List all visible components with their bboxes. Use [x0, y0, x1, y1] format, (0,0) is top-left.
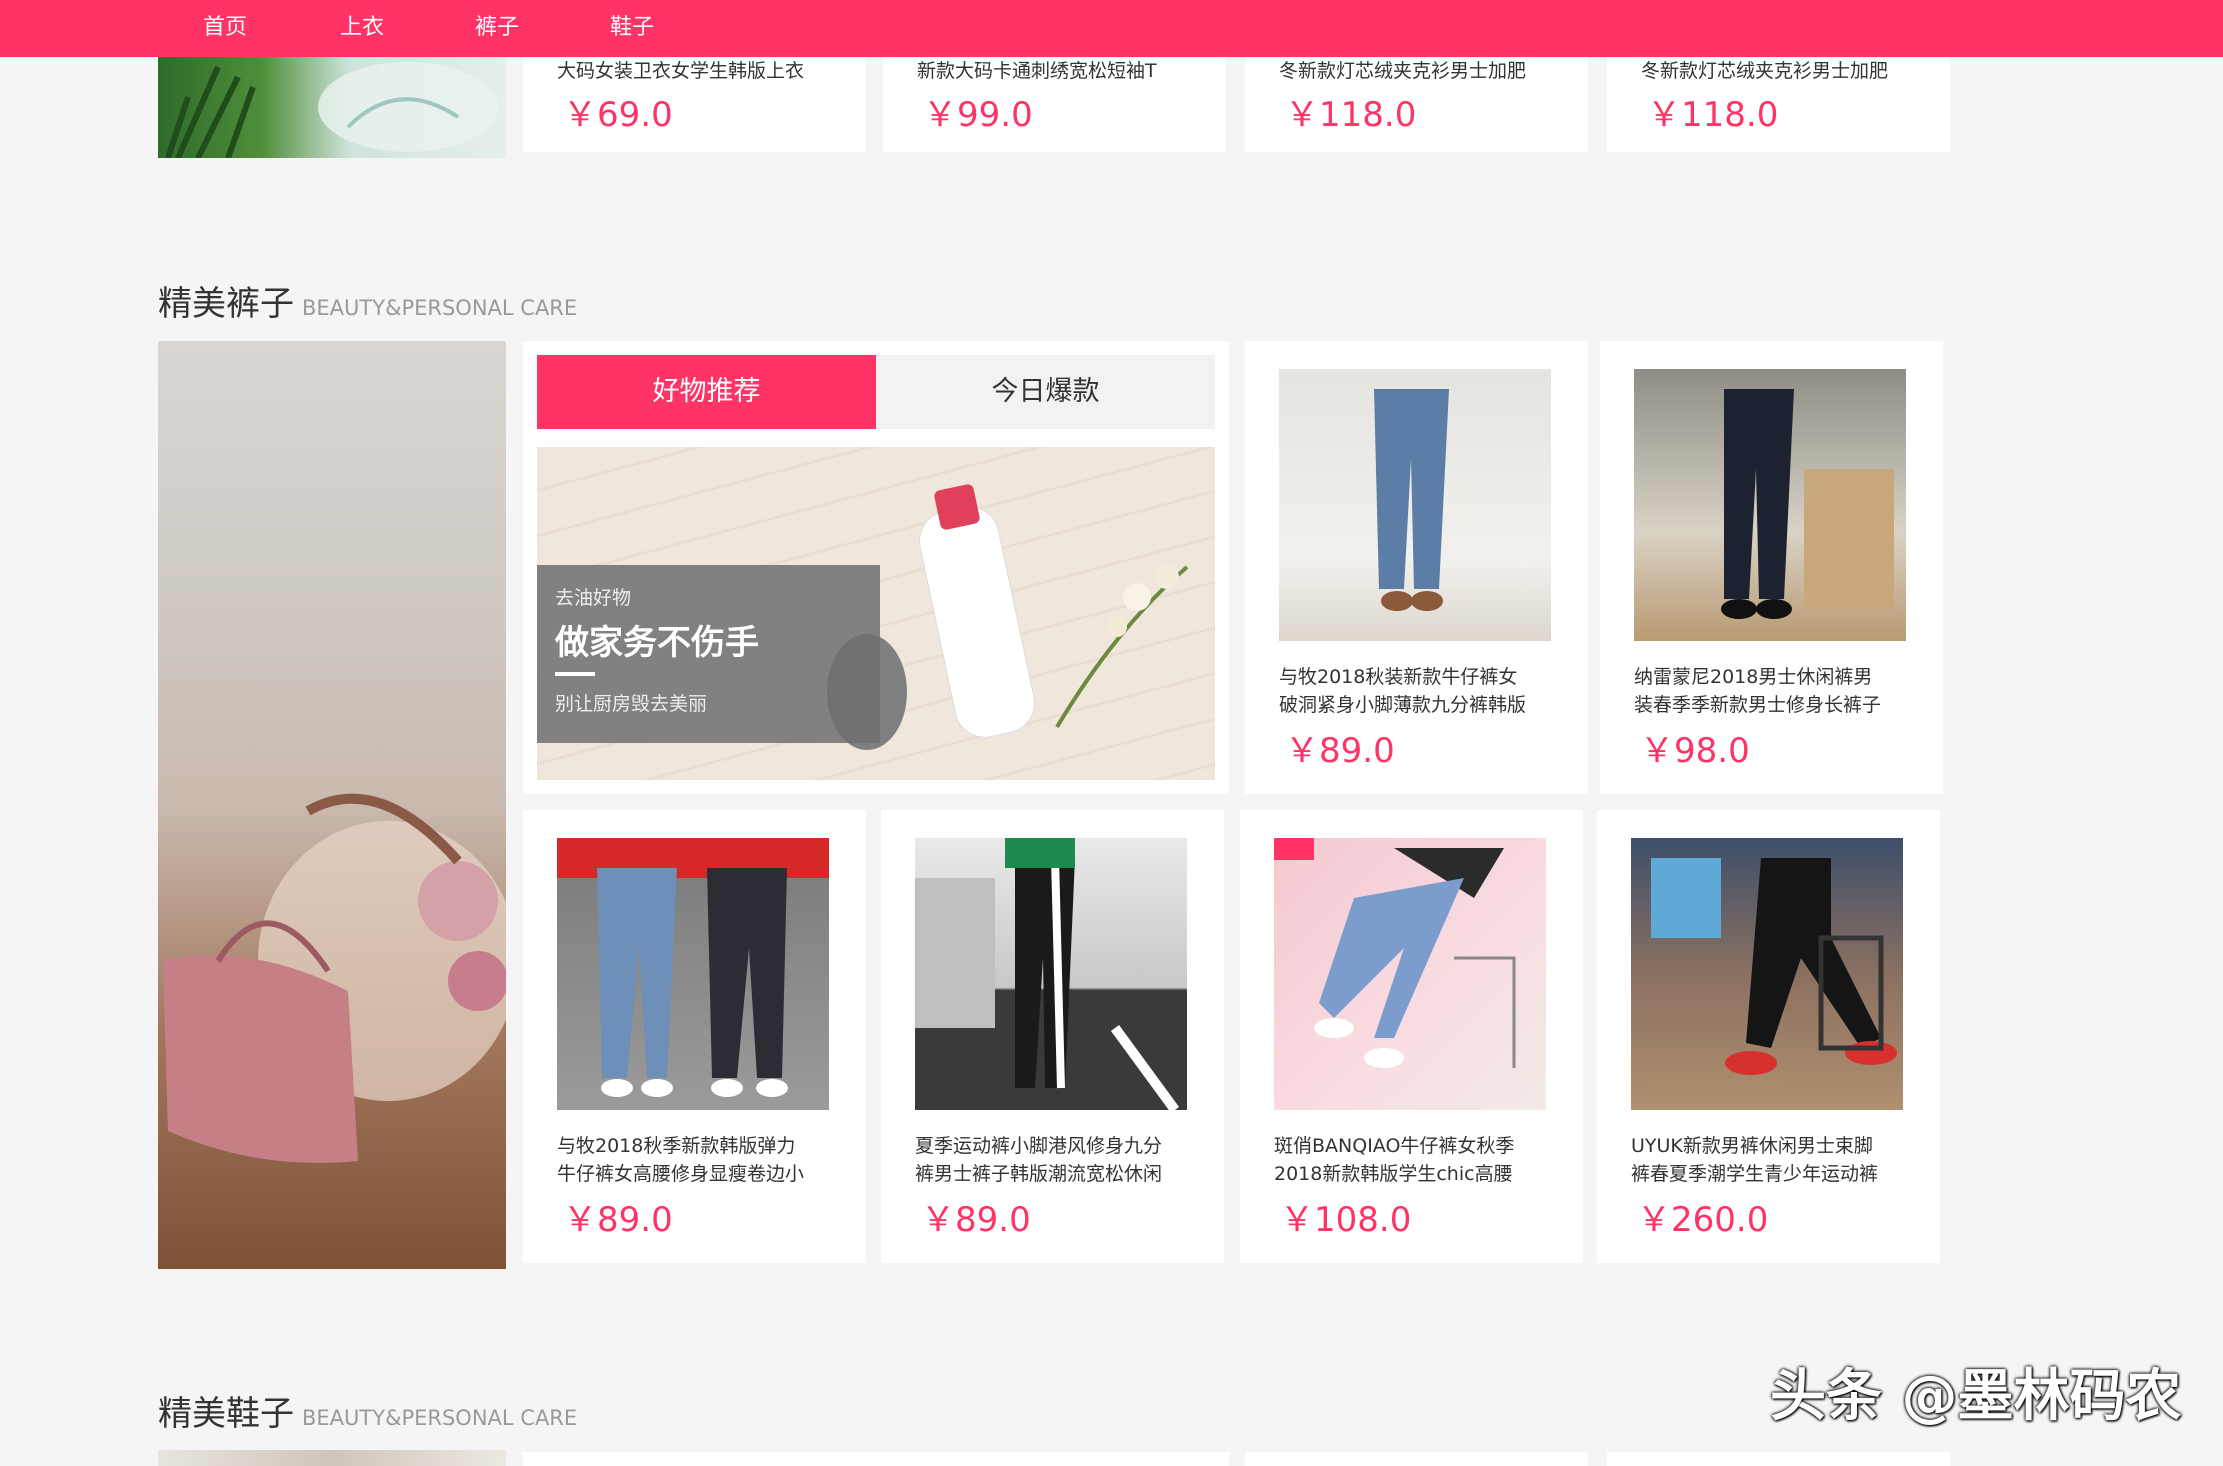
product-price: ￥98.0: [1640, 731, 1750, 771]
banner-tagline: 别让厨房毁去美丽: [555, 693, 708, 715]
product-price: ￥118.0: [1285, 95, 1417, 135]
product-title-line2: 破洞紧身小脚薄款九分裤韩版: [1279, 694, 1527, 716]
nav-link-tops[interactable]: 上衣: [340, 14, 384, 42]
product-image[interactable]: [557, 838, 829, 1110]
banner-divider: [555, 672, 595, 676]
jeans-pair-icon: [557, 838, 829, 1097]
promo-image-tops[interactable]: [158, 57, 506, 158]
product-title-line2: 牛仔裤女高腰修身显瘦卷边小: [557, 1163, 805, 1185]
jogger-pants-icon: [1651, 858, 1897, 1075]
promo-image-pants[interactable]: [158, 341, 506, 1269]
product-price: ￥69.0: [563, 95, 673, 135]
product-card[interactable]: 新款大码卡通刺绣宽松短袖T ￥99.0: [883, 57, 1226, 152]
product-title-line2: 裤男士裤子韩版潮流宽松休闲: [915, 1163, 1163, 1185]
product-title-line1: 夏季运动裤小脚港风修身九分: [915, 1135, 1163, 1157]
section-title: 精美鞋子: [158, 1394, 294, 1434]
product-price: ￥260.0: [1637, 1200, 1769, 1240]
nav-link-shoes[interactable]: 鞋子: [610, 14, 654, 42]
flower-bouquet-icon: [165, 62, 498, 158]
tab-good-picks[interactable]: 好物推荐: [537, 355, 876, 429]
product-image[interactable]: [1634, 369, 1906, 641]
section-title: 精美裤子: [158, 284, 294, 324]
product-title-line1: 斑俏BANQIAO牛仔裤女秋季: [1274, 1135, 1515, 1157]
product-card[interactable]: [523, 1452, 1229, 1466]
section-subtitle: BEAUTY&PERSONAL CARE: [302, 1406, 578, 1430]
promo-image-shoes[interactable]: [158, 1450, 506, 1466]
product-title: 冬新款灯芯绒夹克衫男士加肥: [1641, 60, 1889, 82]
product-card[interactable]: 与牧2018秋装新款牛仔裤女 破洞紧身小脚薄款九分裤韩版 ￥89.0: [1245, 341, 1588, 794]
product-price: ￥89.0: [1285, 731, 1395, 771]
handbag-flowers-icon: [163, 793, 506, 1163]
product-title-line2: 2018新款韩版学生chic高腰: [1274, 1163, 1513, 1185]
product-price: ￥89.0: [921, 1200, 1031, 1240]
product-title: 大码女装卫衣女学生韩版上衣: [557, 60, 805, 82]
product-image[interactable]: [1631, 838, 1903, 1110]
product-card[interactable]: 大码女装卫衣女学生韩版上衣 ￥69.0: [523, 57, 866, 152]
tab-today-hot[interactable]: 今日爆款: [876, 355, 1215, 429]
section-heading-pants: 精美裤子 BEAUTY&PERSONAL CARE: [158, 282, 577, 330]
skinny-jeans-icon: [1274, 838, 1516, 1068]
product-image[interactable]: [915, 838, 1187, 1110]
product-title: 冬新款灯芯绒夹克衫男士加肥: [1279, 60, 1527, 82]
product-title-line1: UYUK新款男裤休闲男士束脚: [1631, 1135, 1873, 1157]
product-card[interactable]: 冬新款灯芯绒夹克衫男士加肥 ￥118.0: [1607, 57, 1950, 152]
product-image[interactable]: [1279, 369, 1551, 641]
trousers-icon: [1721, 389, 1894, 619]
product-image[interactable]: [1274, 838, 1546, 1110]
product-price: ￥89.0: [563, 1200, 673, 1240]
banner-text-overlay: 去油好物 做家务不伤手 别让厨房毁去美丽: [537, 565, 880, 743]
product-price: ￥108.0: [1280, 1200, 1412, 1240]
product-card[interactable]: [1607, 1452, 1950, 1466]
recommend-panel: 好物推荐 今日爆款 去油好物 做家务不伤手 别让厨房毁去美丽: [523, 341, 1229, 794]
banner-headline: 做家务不伤手: [555, 623, 759, 663]
product-card[interactable]: 斑俏BANQIAO牛仔裤女秋季 2018新款韩版学生chic高腰 ￥108.0: [1240, 810, 1583, 1263]
product-price: ￥99.0: [923, 95, 1033, 135]
product-title-line1: 与牧2018秋装新款牛仔裤女: [1279, 666, 1518, 688]
section-subtitle: BEAUTY&PERSONAL CARE: [302, 296, 578, 320]
nav-link-home[interactable]: 首页: [203, 14, 247, 42]
product-title-line2: 装春季季新款男士修身长裤子: [1634, 694, 1882, 716]
product-title-line1: 纳雷蒙尼2018男士休闲裤男: [1634, 666, 1873, 688]
section-heading-shoes: 精美鞋子 BEAUTY&PERSONAL CARE: [158, 1392, 577, 1440]
product-card[interactable]: 夏季运动裤小脚港风修身九分 裤男士裤子韩版潮流宽松休闲 ￥89.0: [881, 810, 1224, 1263]
product-card[interactable]: 冬新款灯芯绒夹克衫男士加肥 ￥118.0: [1245, 57, 1588, 152]
product-card[interactable]: 与牧2018秋季新款韩版弹力 牛仔裤女高腰修身显瘦卷边小 ￥89.0: [523, 810, 866, 1263]
product-title: 新款大码卡通刺绣宽松短袖T: [917, 60, 1157, 82]
jeans-icon: [1374, 389, 1449, 611]
banner-ad[interactable]: 去油好物 做家务不伤手 别让厨房毁去美丽: [537, 447, 1215, 780]
product-price: ￥118.0: [1647, 95, 1779, 135]
product-card[interactable]: [1245, 1452, 1588, 1466]
product-title-line1: 与牧2018秋季新款韩版弹力: [557, 1135, 796, 1157]
watermark: 头条 @墨林码农: [1770, 1364, 2182, 1429]
banner-kicker: 去油好物: [555, 587, 632, 609]
top-nav-bar: 首页 上衣 裤子 鞋子: [0, 0, 2223, 57]
product-title-line2: 裤春夏季潮学生青少年运动裤: [1631, 1163, 1879, 1185]
product-card[interactable]: 纳雷蒙尼2018男士休闲裤男 装春季季新款男士修身长裤子 ￥98.0: [1600, 341, 1943, 794]
track-pants-icon: [915, 838, 1180, 1110]
product-card[interactable]: UYUK新款男裤休闲男士束脚 裤春夏季潮学生青少年运动裤 ￥260.0: [1597, 810, 1940, 1263]
nav-link-pants[interactable]: 裤子: [475, 14, 519, 42]
